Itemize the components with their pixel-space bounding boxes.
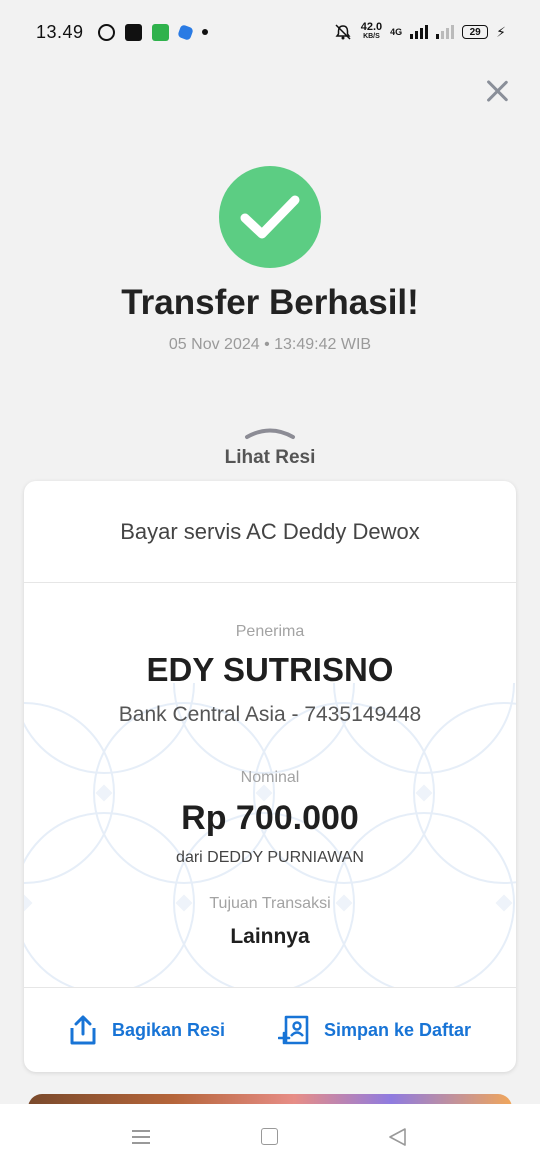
system-nav-bar [0,1104,540,1170]
amount-label: Nominal [240,769,300,786]
dot-icon [201,29,208,35]
shopee-icon [124,23,142,41]
net-speed-value: 42.0 [360,21,383,33]
whatsapp-icon [97,23,115,41]
charging-icon: ⚡ [496,23,506,40]
status-time: 13.49 [36,21,84,42]
receipt-details: Penerima EDY SUTRISNO Bank Central Asia … [24,583,516,987]
share-receipt-label: Bagikan Resi [112,1019,226,1040]
battery-icon: 29 [462,25,489,39]
share-icon [70,1015,96,1045]
add-contact-icon [278,1015,309,1045]
purpose-value: Lainnya [230,925,310,948]
receipt-actions: Bagikan Resi Simpan ke Daftar [24,987,516,1072]
transfer-datetime: 05 Nov 2024 • 13:49:42 WIB [168,336,372,353]
check-icon [219,166,321,268]
back-icon[interactable] [386,1126,408,1148]
receipt-card: Bayar servis AC Deddy Dewox Penerima EDY… [24,481,516,1072]
signal-2-icon [436,25,455,39]
view-receipt-label: Lihat Resi [224,447,316,468]
network-type: 4G [390,27,403,37]
status-right: 42.0 KB/S 4G 29 ⚡ [333,21,506,41]
menu-icon[interactable] [132,1130,150,1144]
page-title: Transfer Berhasil! [121,283,419,322]
chevron-up-icon [245,428,295,439]
recipient-label: Penerima [235,623,305,640]
save-to-list-button[interactable]: Simpan ke Daftar [278,1014,471,1046]
app-green-icon [151,23,169,41]
checkmark-glyph [240,195,300,239]
share-receipt-button[interactable]: Bagikan Resi [68,1014,225,1046]
transfer-note: Bayar servis AC Deddy Dewox [24,481,516,583]
view-receipt-toggle[interactable]: Lihat Resi [220,426,320,468]
network-speed: 42.0 KB/S [360,21,383,41]
battery-level: 29 [469,26,481,38]
mute-vibrate-icon [335,24,351,40]
close-icon[interactable] [482,76,512,106]
app-blue-icon [176,23,194,41]
recipient-name: EDY SUTRISNO [146,651,394,688]
sender-name: dari DEDDY PURNIAWAN [176,849,364,866]
status-bar: 13.49 42.0 KB/S 4G 29 ⚡ [0,0,540,64]
signal-icon [410,25,429,39]
amount-value: Rp 700.000 [181,799,359,837]
home-icon[interactable] [261,1128,278,1145]
recipient-bank: Bank Central Asia - 7435149448 [118,703,422,726]
status-left: 13.49 [36,22,208,43]
purpose-label: Tujuan Transaksi [209,895,331,912]
save-to-list-label: Simpan ke Daftar [324,1019,472,1040]
net-speed-unit: KB/S [363,33,380,40]
